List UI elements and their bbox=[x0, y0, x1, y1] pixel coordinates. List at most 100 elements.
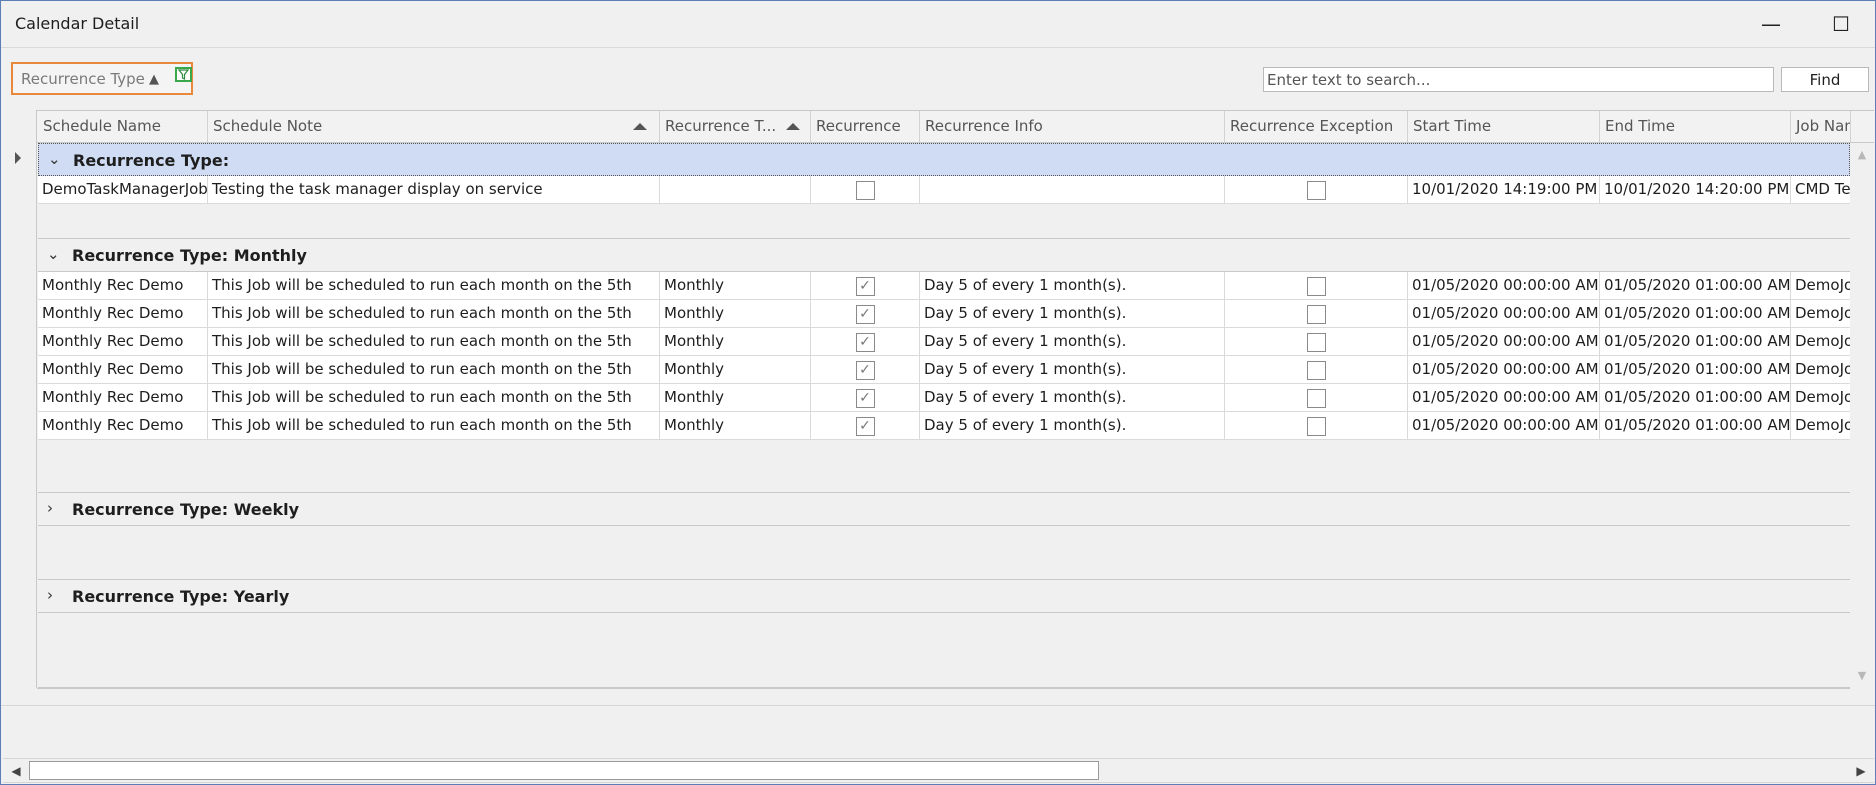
recurrence-exception-checkbox[interactable] bbox=[1306, 361, 1326, 380]
find-button[interactable]: Find bbox=[1781, 67, 1869, 92]
end-time-cell[interactable]: 01/05/2020 01:00:00 AM bbox=[1600, 328, 1791, 355]
column-header[interactable]: Recurrence bbox=[811, 111, 920, 142]
table-row[interactable]: Monthly Rec Demo This Job will be schedul… bbox=[38, 412, 1850, 440]
schedule-note-cell[interactable]: This Job will be scheduled to run each m… bbox=[208, 328, 660, 355]
recurrence-type-cell[interactable]: Monthly bbox=[660, 412, 811, 439]
recurrence-checkbox[interactable]: ✓ bbox=[855, 361, 875, 380]
end-time-cell[interactable]: 01/05/2020 01:00:00 AM bbox=[1600, 384, 1791, 411]
recurrence-type-cell[interactable]: Monthly bbox=[660, 384, 811, 411]
start-time-cell[interactable]: 10/01/2020 14:19:00 PM bbox=[1408, 176, 1600, 203]
recurrence-checkbox[interactable] bbox=[855, 181, 875, 200]
job-name-cell[interactable]: DemoJo bbox=[1791, 412, 1850, 439]
recurrence-exception-checkbox[interactable] bbox=[1306, 181, 1326, 200]
group-row[interactable]: › Recurrence Type: Weekly bbox=[38, 493, 1850, 526]
group-row[interactable]: ⌄ Recurrence Type: Monthly bbox=[38, 239, 1850, 272]
recurrence-exception-checkbox[interactable] bbox=[1306, 389, 1326, 408]
recurrence-cell[interactable] bbox=[811, 176, 920, 203]
recurrence-cell[interactable]: ✓ bbox=[811, 412, 920, 439]
schedule-note-cell[interactable]: This Job will be scheduled to run each m… bbox=[208, 300, 660, 327]
end-time-cell[interactable]: 01/05/2020 01:00:00 AM bbox=[1600, 272, 1791, 299]
recurrence-exception-cell[interactable] bbox=[1225, 412, 1408, 439]
scroll-right-icon[interactable]: ▶ bbox=[1850, 759, 1872, 782]
recurrence-exception-cell[interactable] bbox=[1225, 328, 1408, 355]
recurrence-exception-checkbox[interactable] bbox=[1306, 305, 1326, 324]
chevron-right-icon[interactable]: › bbox=[47, 499, 53, 517]
end-time-cell[interactable]: 01/05/2020 01:00:00 AM bbox=[1600, 300, 1791, 327]
column-header[interactable]: Recurrence Exception bbox=[1225, 111, 1408, 142]
start-time-cell[interactable]: 01/05/2020 00:00:00 AM bbox=[1408, 412, 1600, 439]
recurrence-type-cell[interactable]: Monthly bbox=[660, 356, 811, 383]
recurrence-exception-cell[interactable] bbox=[1225, 356, 1408, 383]
column-header[interactable]: Schedule Note bbox=[208, 111, 660, 142]
recurrence-cell[interactable]: ✓ bbox=[811, 300, 920, 327]
table-row[interactable]: Monthly Rec Demo This Job will be schedul… bbox=[38, 356, 1850, 384]
recurrence-info-cell[interactable]: Day 5 of every 1 month(s). bbox=[920, 356, 1225, 383]
recurrence-exception-cell[interactable] bbox=[1225, 272, 1408, 299]
recurrence-exception-cell[interactable] bbox=[1225, 176, 1408, 203]
column-header[interactable]: Recurrence T... bbox=[660, 111, 811, 142]
horizontal-scrollbar[interactable]: ◀ ▶ bbox=[3, 758, 1874, 783]
recurrence-exception-checkbox[interactable] bbox=[1306, 277, 1326, 296]
recurrence-checkbox[interactable]: ✓ bbox=[855, 417, 875, 436]
job-name-cell[interactable]: DemoJo bbox=[1791, 300, 1850, 327]
column-header[interactable]: Job Name bbox=[1791, 111, 1851, 142]
maximize-button[interactable]: ☐ bbox=[1806, 1, 1876, 47]
schedule-name-cell[interactable]: Monthly Rec Demo bbox=[38, 384, 208, 411]
end-time-cell[interactable]: 10/01/2020 14:20:00 PM bbox=[1600, 176, 1791, 203]
recurrence-checkbox[interactable]: ✓ bbox=[855, 277, 875, 296]
chevron-down-icon[interactable]: ⌄ bbox=[48, 150, 61, 168]
table-row[interactable]: Monthly Rec Demo This Job will be schedul… bbox=[38, 328, 1850, 356]
schedule-note-cell[interactable]: This Job will be scheduled to run each m… bbox=[208, 384, 660, 411]
table-row[interactable]: Monthly Rec Demo This Job will be schedul… bbox=[38, 300, 1850, 328]
filter-icon[interactable] bbox=[175, 67, 192, 82]
group-row[interactable]: ⌄ Recurrence Type: bbox=[38, 143, 1850, 176]
recurrence-info-cell[interactable]: Day 5 of every 1 month(s). bbox=[920, 328, 1225, 355]
recurrence-cell[interactable]: ✓ bbox=[811, 384, 920, 411]
recurrence-info-cell[interactable]: Day 5 of every 1 month(s). bbox=[920, 384, 1225, 411]
recurrence-info-cell[interactable]: Day 5 of every 1 month(s). bbox=[920, 272, 1225, 299]
recurrence-type-cell[interactable]: Monthly bbox=[660, 272, 811, 299]
recurrence-cell[interactable]: ✓ bbox=[811, 272, 920, 299]
end-time-cell[interactable]: 01/05/2020 01:00:00 AM bbox=[1600, 412, 1791, 439]
recurrence-checkbox[interactable]: ✓ bbox=[855, 389, 875, 408]
group-row[interactable]: › Recurrence Type: Yearly bbox=[38, 580, 1850, 613]
scroll-left-icon[interactable]: ◀ bbox=[5, 759, 27, 782]
schedule-note-cell[interactable]: Testing the task manager display on serv… bbox=[208, 176, 660, 203]
start-time-cell[interactable]: 01/05/2020 00:00:00 AM bbox=[1408, 384, 1600, 411]
table-row[interactable]: DemoTaskManagerJob Testing the task manag… bbox=[38, 176, 1850, 204]
column-header[interactable]: Schedule Name bbox=[38, 111, 208, 142]
recurrence-info-cell[interactable] bbox=[920, 176, 1225, 203]
start-time-cell[interactable]: 01/05/2020 00:00:00 AM bbox=[1408, 300, 1600, 327]
recurrence-type-cell[interactable]: Monthly bbox=[660, 328, 811, 355]
end-time-cell[interactable]: 01/05/2020 01:00:00 AM bbox=[1600, 356, 1791, 383]
schedule-name-cell[interactable]: Monthly Rec Demo bbox=[38, 272, 208, 299]
minimize-button[interactable]: — bbox=[1736, 1, 1806, 47]
recurrence-exception-cell[interactable] bbox=[1225, 300, 1408, 327]
recurrence-exception-checkbox[interactable] bbox=[1306, 417, 1326, 436]
search-input[interactable] bbox=[1263, 67, 1774, 92]
chevron-right-icon[interactable]: › bbox=[47, 586, 53, 604]
start-time-cell[interactable]: 01/05/2020 00:00:00 AM bbox=[1408, 328, 1600, 355]
vertical-scrollbar[interactable]: ▲ ▼ bbox=[1850, 143, 1874, 688]
scroll-up-icon[interactable]: ▲ bbox=[1854, 147, 1870, 163]
column-header[interactable]: Start Time bbox=[1408, 111, 1600, 142]
job-name-cell[interactable]: DemoJo bbox=[1791, 356, 1850, 383]
horizontal-scroll-thumb[interactable] bbox=[29, 761, 1099, 780]
column-header[interactable]: End Time bbox=[1600, 111, 1791, 142]
job-name-cell[interactable]: DemoJo bbox=[1791, 272, 1850, 299]
job-name-cell[interactable]: CMD Te bbox=[1791, 176, 1850, 203]
schedule-name-cell[interactable]: Monthly Rec Demo bbox=[38, 328, 208, 355]
recurrence-info-cell[interactable]: Day 5 of every 1 month(s). bbox=[920, 300, 1225, 327]
group-by-recurrence-type-chip[interactable]: Recurrence Type ▲ bbox=[11, 62, 193, 95]
recurrence-checkbox[interactable]: ✓ bbox=[855, 305, 875, 324]
recurrence-exception-cell[interactable] bbox=[1225, 384, 1408, 411]
schedule-name-cell[interactable]: Monthly Rec Demo bbox=[38, 412, 208, 439]
recurrence-cell[interactable]: ✓ bbox=[811, 356, 920, 383]
start-time-cell[interactable]: 01/05/2020 00:00:00 AM bbox=[1408, 356, 1600, 383]
scroll-down-icon[interactable]: ▼ bbox=[1854, 668, 1870, 684]
job-name-cell[interactable]: DemoJo bbox=[1791, 384, 1850, 411]
table-row[interactable]: Monthly Rec Demo This Job will be schedul… bbox=[38, 272, 1850, 300]
column-header[interactable]: Recurrence Info bbox=[920, 111, 1225, 142]
recurrence-checkbox[interactable]: ✓ bbox=[855, 333, 875, 352]
recurrence-type-cell[interactable] bbox=[660, 176, 811, 203]
